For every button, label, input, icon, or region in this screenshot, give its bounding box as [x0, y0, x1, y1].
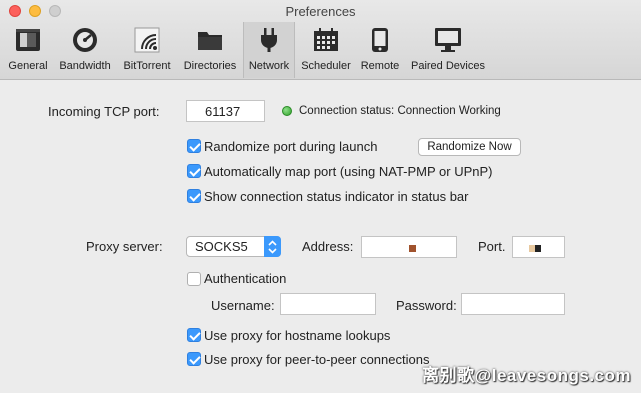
randomize-label: Randomize port during launch: [204, 139, 378, 154]
redacted-mark: [409, 245, 416, 252]
phone-icon: [366, 26, 394, 54]
proxy-port-input[interactable]: [512, 236, 565, 258]
connection-status: Connection status: Connection Working: [299, 105, 501, 117]
port-value: 61137: [205, 104, 241, 119]
proxy-type-select[interactable]: SOCKS5: [186, 236, 281, 257]
p2p-label: Use proxy for peer-to-peer connections: [204, 352, 430, 367]
port-proxy-label: Port.: [478, 239, 506, 254]
hostname-lookups-checkbox[interactable]: [187, 328, 201, 342]
folder-icon: [196, 26, 224, 54]
tab-bittorrent[interactable]: BitTorrent: [118, 22, 176, 78]
redacted-mark: [535, 245, 541, 252]
randomize-checkbox[interactable]: [187, 139, 201, 153]
port-input[interactable]: 61137: [186, 100, 265, 122]
tab-label: Network: [248, 60, 290, 72]
tab-label: Remote: [360, 60, 400, 72]
status-indicator-icon: [282, 106, 292, 116]
show-status-checkbox[interactable]: [187, 189, 201, 203]
tab-remote[interactable]: Remote: [357, 22, 403, 78]
password-label: Password:: [396, 298, 457, 313]
hostname-lookups-label: Use proxy for hostname lookups: [204, 328, 391, 343]
tab-label: Scheduler: [301, 60, 351, 72]
address-input[interactable]: [361, 236, 457, 258]
bittorrent-icon: [133, 26, 161, 54]
port-label: Incoming TCP port:: [48, 104, 160, 119]
proxy-type-value: SOCKS5: [195, 239, 248, 254]
plug-icon: [255, 26, 283, 54]
tab-paired-devices[interactable]: Paired Devices: [405, 22, 491, 78]
p2p-checkbox[interactable]: [187, 352, 201, 366]
tab-label: Bandwidth: [59, 60, 111, 72]
speedometer-icon: [71, 26, 99, 54]
address-label: Address:: [302, 239, 354, 254]
randomize-now-button[interactable]: Randomize Now: [418, 138, 521, 156]
monitor-icon: [434, 26, 462, 54]
username-label: Username:: [211, 298, 275, 313]
watermark-text: 离别歌@leavesongs.com: [422, 366, 631, 385]
proxy-server-label: Proxy server:: [86, 239, 163, 254]
authentication-checkbox[interactable]: [187, 272, 201, 286]
password-input[interactable]: [461, 293, 565, 315]
title-bar: Preferences General Bandwidth BitTorrent: [0, 0, 641, 80]
tab-bandwidth[interactable]: Bandwidth: [55, 22, 115, 78]
automap-label: Automatically map port (using NAT-PMP or…: [204, 164, 493, 179]
tab-scheduler[interactable]: Scheduler: [298, 22, 354, 78]
tab-directories[interactable]: Directories: [179, 22, 241, 78]
show-status-label: Show connection status indicator in stat…: [204, 189, 469, 204]
preferences-window: Preferences General Bandwidth BitTorrent: [0, 0, 641, 393]
stepper-arrows-icon: [264, 236, 281, 257]
general-icon: [14, 26, 42, 54]
tab-label: Paired Devices: [411, 60, 485, 72]
tab-label: BitTorrent: [123, 60, 171, 72]
tab-label: General: [8, 60, 48, 72]
authentication-label: Authentication: [204, 271, 287, 286]
username-input[interactable]: [280, 293, 376, 315]
tab-network[interactable]: Network: [243, 22, 295, 78]
automap-checkbox[interactable]: [187, 164, 201, 178]
calendar-icon: [312, 26, 340, 54]
tab-label: Directories: [183, 60, 237, 72]
tab-general[interactable]: General: [4, 22, 52, 78]
window-title: Preferences: [285, 4, 356, 19]
